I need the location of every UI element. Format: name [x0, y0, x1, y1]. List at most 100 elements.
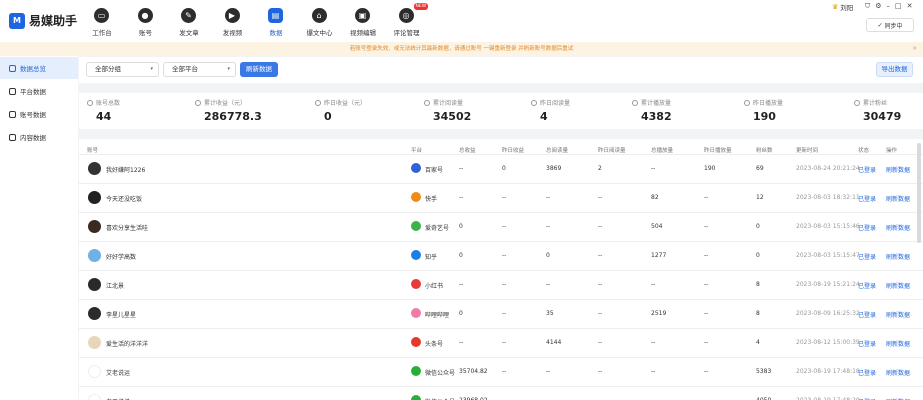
cell-fans: 0 — [756, 223, 760, 230]
nav-item-comment[interactable]: ◎ 评论管理 NEW — [387, 0, 429, 42]
column-header: 总播放量 — [651, 148, 674, 154]
stat-icon — [531, 99, 537, 106]
cell-total-read: -- — [546, 368, 551, 375]
platform-name: 快手 — [425, 196, 438, 203]
avatar — [88, 365, 101, 378]
stat-card: 账号总数 44 — [87, 98, 120, 123]
cell-total-income: -- — [459, 194, 464, 201]
refresh-row-link[interactable]: 刷新数据 — [886, 165, 910, 174]
refresh-row-link[interactable]: 刷新数据 — [886, 368, 910, 377]
cell-y-play: -- — [704, 194, 709, 201]
cell-total-income: 0 — [459, 252, 463, 259]
video-icon: ▶ — [224, 8, 240, 23]
stat-value: 34502 — [433, 110, 472, 123]
avatar — [88, 249, 101, 262]
app-name: 易媒助手 — [29, 14, 78, 28]
table-row: 今天还没吃饭 快手 -- -- -- -- 82 -- 12 2023-08-03 18:32:1… — [79, 183, 923, 212]
column-header: 更新时间 — [796, 148, 819, 154]
stat-card: 累计播放量 4382 — [632, 98, 672, 123]
nav-item-edit-video[interactable]: ▣ 视频编辑 — [343, 0, 383, 42]
maximize-icon[interactable]: □ — [895, 2, 902, 11]
stat-label-row: 昨日播放量 — [744, 98, 783, 107]
status-badge: 已登录 — [858, 283, 877, 290]
column-header: 总阅读量 — [546, 148, 569, 154]
refresh-data-button[interactable]: 刷新数据 — [240, 62, 278, 77]
platform-select[interactable]: 全部平台 ▾ — [163, 62, 236, 77]
cell-total-play: -- — [651, 165, 656, 172]
cell-y-read: -- — [598, 223, 603, 230]
scrollbar[interactable] — [917, 143, 921, 243]
refresh-row-link[interactable]: 刷新数据 — [886, 281, 910, 290]
column-header: 昨日阅读量 — [598, 148, 626, 154]
nav-label: 评论管理 — [393, 29, 420, 37]
nav-item-workbench[interactable]: ▭ 工作台 — [82, 0, 122, 42]
cell-total-read: -- — [546, 194, 551, 201]
sidebar-item[interactable]: 数据总览 — [0, 57, 78, 79]
chart-icon — [9, 87, 16, 95]
refresh-row-link[interactable]: 刷新数据 — [886, 339, 910, 348]
account-table: 账号 平台 总收益 昨日收益 总阅读量 昨日阅读量 总播放量 昨日播放量 粉丝数 更新时间 状态 操作… — [79, 139, 923, 400]
close-icon[interactable]: ✕ — [912, 42, 917, 56]
notice-banner: 若账号登录失效、或无法统计其最新数据，请通过账号 一键重新登录 并刷新账号数据后… — [0, 42, 923, 56]
account-name: 李星儿星星 — [106, 312, 137, 319]
sync-button[interactable]: ✓ 同步中 — [866, 18, 914, 32]
cell-total-read: -- — [546, 281, 551, 288]
group-select-value: 全部分组 — [95, 65, 121, 73]
column-header: 昨日收益 — [502, 148, 525, 154]
nav-item-compose[interactable]: ✎ 发文章 — [169, 0, 209, 42]
top-bar: M 易媒助手 ▭ 工作台 ● 账号 ✎ 发文章 ▶ 发视频 ▤ 数据 ⌂ 爆文中心 ▣ 视频编辑 ◎ 评论管理… — [0, 0, 923, 42]
cell-total-income: 0 — [459, 310, 463, 317]
sidebar-item[interactable]: 内容数据 — [0, 126, 78, 148]
export-data-button[interactable]: 导出数据 — [876, 62, 913, 77]
stat-label-row: 昨日收益（元） — [315, 98, 366, 107]
close-icon[interactable]: ✕ — [907, 2, 913, 11]
group-select[interactable]: 全部分组 ▾ — [86, 62, 159, 77]
user-menu[interactable]: ♛ 刘阳 — [832, 2, 853, 12]
stats-summary: 账号总数 44 累计收益（元） 286778.3 昨日收益（元） 0 累计阅读量 34502 昨… — [79, 93, 923, 129]
status-badge: 已登录 — [858, 225, 877, 232]
sidebar-item[interactable]: 平台数据 — [0, 80, 78, 102]
cell-total-play: 1277 — [651, 252, 667, 259]
updated-time: 2023-08-03 15:15:46 — [796, 223, 860, 230]
cell-y-play: -- — [704, 339, 709, 346]
cell-y-play: -- — [704, 310, 709, 317]
table-row: 老王说说微信公众号23968.02----------40502023-08-1… — [79, 386, 923, 400]
status-badge: 已登录 — [858, 167, 877, 174]
refresh-row-link[interactable]: 刷新数据 — [886, 223, 910, 232]
cell-y-read: -- — [598, 368, 603, 375]
minimize-icon[interactable]: – — [887, 2, 891, 11]
cell-total-play: 82 — [651, 194, 659, 201]
column-header: 账号 — [87, 148, 99, 154]
account-name: 好好学高数 — [106, 254, 137, 261]
cell-fans: 5383 — [756, 368, 772, 375]
edit-video-icon: ▣ — [355, 8, 370, 23]
compose-icon: ✎ — [181, 8, 196, 23]
platform-name: 头条号 — [425, 341, 444, 348]
platform-icon — [411, 250, 421, 260]
cell-total-income: -- — [459, 281, 464, 288]
cell-total-read: 0 — [546, 252, 550, 259]
refresh-row-link[interactable]: 刷新数据 — [886, 194, 910, 203]
nav-item-hot[interactable]: ⌂ 爆文中心 — [300, 0, 340, 42]
nav-item-data[interactable]: ▤ 数据 — [256, 0, 296, 42]
settings-icon[interactable]: ⚙ — [875, 2, 881, 11]
nav-item-account[interactable]: ● 账号 — [126, 0, 166, 42]
shield-icon[interactable]: ⛉ — [865, 2, 870, 11]
user-name: 刘阳 — [840, 4, 854, 12]
table-row: 爱生活的洋洋洋 头条号 -- -- 4144 -- -- -- 4 2023-08-12 15:0… — [79, 328, 923, 357]
sidebar-item-label: 数据总览 — [20, 65, 46, 73]
sidebar-item-label: 平台数据 — [20, 88, 46, 96]
updated-time: 2023-08-12 15:00:39 — [796, 339, 860, 346]
cell-y-read: -- — [598, 339, 603, 346]
refresh-row-link[interactable]: 刷新数据 — [886, 310, 910, 319]
refresh-row-link[interactable]: 刷新数据 — [886, 252, 910, 261]
table-row: 江北景 小红书 -- -- -- -- -- -- 8 2023-08-19 15:21:24 已登… — [79, 270, 923, 299]
workbench-icon: ▭ — [94, 8, 109, 23]
nav-item-video[interactable]: ▶ 发视频 — [213, 0, 253, 42]
platform-name: 微信公众号 — [425, 370, 456, 377]
stat-value: 30479 — [863, 110, 902, 123]
logo-icon: M — [9, 12, 25, 29]
crown-icon: ♛ — [832, 3, 839, 11]
sidebar-item[interactable]: 账号数据 — [0, 103, 78, 125]
updated-time: 2023-08-24 20:21:24 — [796, 165, 860, 172]
